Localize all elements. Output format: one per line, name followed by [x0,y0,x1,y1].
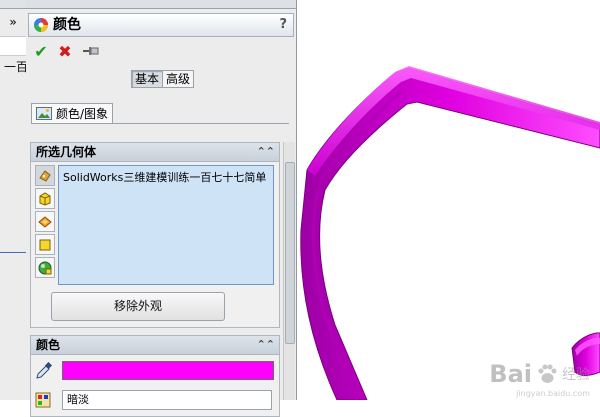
mode-toggle: 基本 高级 [131,70,195,88]
color-options-row: 暗淡 [35,390,275,410]
color-picker-row [35,360,275,382]
watermark-text: 经验 [562,367,590,383]
cancel-button[interactable]: ✖ [56,42,74,61]
scrollbar-thumb[interactable] [285,162,295,344]
divider [0,252,26,253]
watermark-url: jingyan.baidu.com [516,389,590,398]
filter-body-button[interactable] [35,188,55,209]
ok-button[interactable]: ✔ [32,42,50,61]
mode-basic-button[interactable]: 基本 [131,70,164,88]
panel-title-bar: 颜色 ? [28,13,294,37]
feature-icon [38,215,52,228]
tab-underline [31,123,289,124]
appearance-ball-icon [38,261,52,274]
group-header[interactable]: 所选几何体 ⌃⌃ [31,143,279,162]
palette-icon [35,392,51,408]
collapse-icon[interactable]: ⌃⌃ [257,144,275,160]
tree-tab[interactable] [0,0,26,9]
panel-title: 颜色 [53,17,81,33]
model-3d-frame[interactable] [297,0,600,400]
feature-tree-sliver: » 一百七 [0,0,27,400]
tab-label: 颜色/图象 [56,107,109,121]
panel-scrollbar[interactable] [283,142,295,400]
color-wheel-icon [34,18,48,32]
collapse-icon[interactable]: ⌃⌃ [257,337,275,353]
list-item[interactable]: SolidWorks三维建模训练一百七十七简单 [63,169,266,185]
tree-item-partial-label: 一百七 [4,60,27,74]
group-title: 所选几何体 [36,145,97,159]
pushpin-icon [83,47,99,55]
group-title: 颜色 [36,338,61,352]
part-icon [39,169,51,182]
color-option-field[interactable]: 暗淡 [62,390,272,410]
selection-filter-toolbar [35,165,55,278]
eyedropper-icon[interactable] [35,362,53,380]
paw-icon [538,364,557,383]
tab-color-image[interactable]: 颜色/图象 [31,103,113,123]
expand-tree-button[interactable]: » [0,12,26,32]
baidu-watermark: Bai 经验 jingyan.baidu.com [489,360,590,398]
selected-geometry-group: 所选几何体 ⌃⌃ SolidWorks三维建模训练一百七十七简单 移除外观 [30,142,280,328]
filter-part-button[interactable] [35,165,55,186]
body-icon [39,191,51,206]
image-icon [36,107,52,120]
tree-row[interactable] [0,36,26,56]
help-button[interactable]: ? [279,16,287,34]
filter-face-button[interactable] [35,234,55,255]
panel-top-edge [26,0,296,9]
filter-appearance-button[interactable] [35,257,55,278]
color-group: 颜色 ⌃⌃ 暗淡 [30,335,280,417]
watermark-logo-text: Bai [489,360,532,388]
property-manager-panel: 颜色 ? ✔ ✖ 基本 高级 颜色/图象 所选几何体 ⌃⌃ SolidWorks… [26,0,297,417]
color-swatch[interactable] [62,361,274,380]
face-icon [39,239,51,250]
selected-entities-list[interactable]: SolidWorks三维建模训练一百七十七简单 [58,165,274,285]
filter-feature-button[interactable] [35,211,55,232]
pin-button[interactable] [82,42,100,60]
mode-advanced-button[interactable]: 高级 [163,70,195,88]
graphics-viewport[interactable]: Bai 经验 jingyan.baidu.com [297,0,600,400]
remove-appearance-button[interactable]: 移除外观 [51,292,225,321]
group-header[interactable]: 颜色 ⌃⌃ [31,336,279,355]
